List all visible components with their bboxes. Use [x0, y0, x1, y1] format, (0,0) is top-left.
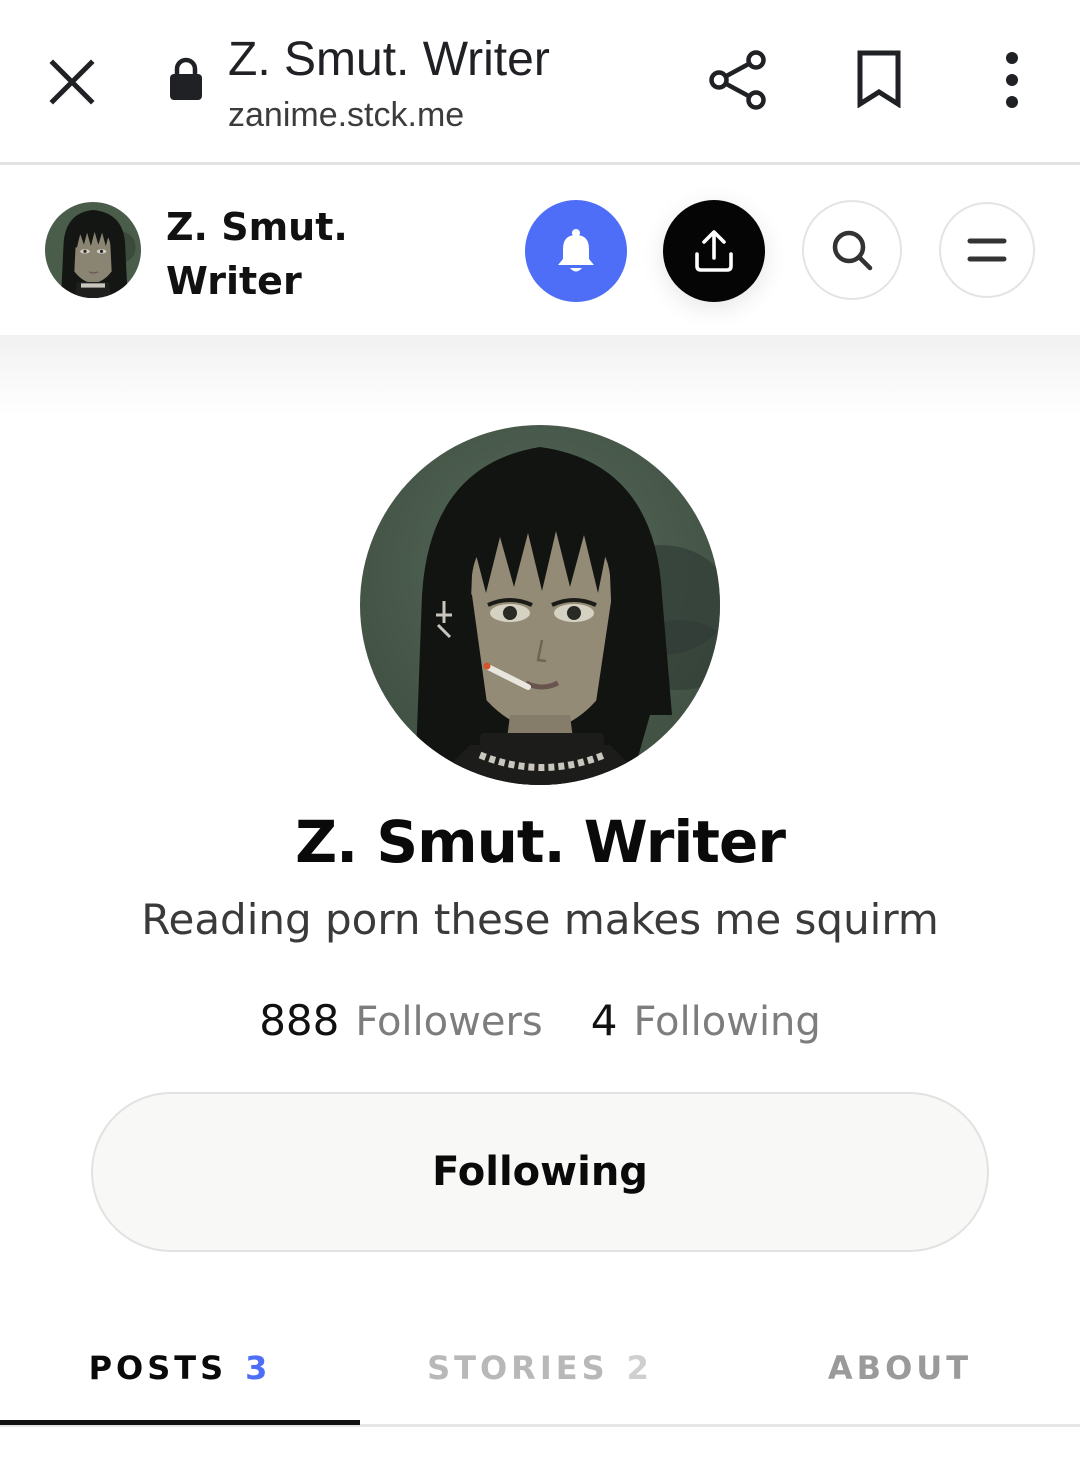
tab-posts-count: 3 — [245, 1349, 272, 1387]
tab-about[interactable]: ABOUT — [720, 1310, 1080, 1426]
search-button[interactable] — [802, 200, 902, 300]
tab-posts[interactable]: POSTS 3 — [0, 1310, 360, 1426]
tab-about-label: ABOUT — [827, 1349, 973, 1387]
close-icon[interactable] — [40, 50, 104, 114]
followers-label[interactable]: Followers — [355, 999, 542, 1045]
lock-icon — [168, 56, 204, 102]
tab-stories[interactable]: STORIES 2 — [360, 1310, 720, 1426]
tab-posts-label: POSTS — [88, 1349, 228, 1387]
upload-share-icon — [695, 230, 733, 272]
header-site-name[interactable]: Z. Smut. Writer — [166, 200, 426, 308]
tab-stories-count: 2 — [626, 1349, 653, 1387]
more-vert-icon[interactable] — [990, 50, 1034, 110]
following-count[interactable]: 4 — [591, 996, 618, 1045]
header-avatar[interactable] — [45, 202, 141, 298]
following-label[interactable]: Following — [633, 999, 820, 1045]
bell-icon — [558, 229, 594, 272]
share-icon[interactable] — [706, 48, 770, 112]
active-tab-indicator — [0, 1420, 360, 1425]
profile-name: Z. Smut. Writer — [295, 808, 786, 876]
followers-count[interactable]: 888 — [259, 996, 339, 1045]
menu-icon — [967, 238, 1007, 262]
profile-avatar — [360, 425, 720, 785]
site-header: Z. Smut. Writer — [0, 168, 1080, 335]
browser-url[interactable]: zanime.stck.me — [228, 96, 464, 135]
profile-tabs: POSTS 3 STORIES 2 ABOUT — [0, 1310, 1080, 1426]
profile-bio: Reading porn these makes me squirm — [141, 895, 939, 944]
following-button[interactable]: Following — [91, 1092, 989, 1252]
share-button[interactable] — [663, 200, 765, 302]
browser-toolbar: Z. Smut. Writer zanime.stck.me — [0, 0, 1080, 165]
header-shadow — [0, 335, 1080, 415]
search-icon — [832, 230, 873, 271]
bookmark-icon[interactable] — [856, 50, 910, 110]
notifications-button[interactable] — [525, 200, 627, 302]
profile-stats: 888 Followers 4 Following — [0, 996, 1080, 1045]
menu-button[interactable] — [939, 202, 1035, 298]
tab-stories-label: STORIES — [427, 1349, 609, 1387]
browser-page-title: Z. Smut. Writer — [228, 33, 550, 86]
